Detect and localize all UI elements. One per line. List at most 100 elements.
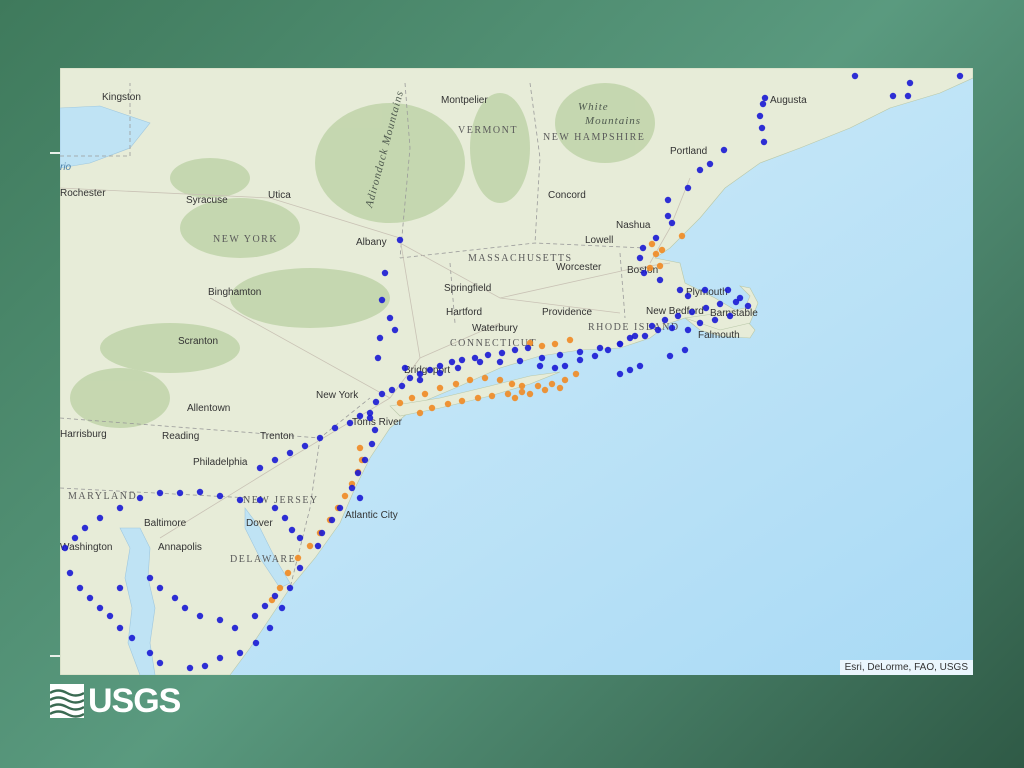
site-marker[interactable]	[591, 352, 599, 360]
site-marker[interactable]	[556, 351, 564, 359]
site-marker[interactable]	[561, 376, 569, 384]
site-marker[interactable]	[656, 262, 664, 270]
site-marker[interactable]	[668, 219, 676, 227]
site-marker[interactable]	[716, 300, 724, 308]
site-marker[interactable]	[231, 624, 239, 632]
site-marker[interactable]	[386, 314, 394, 322]
site-marker[interactable]	[426, 366, 434, 374]
site-marker[interactable]	[656, 276, 664, 284]
site-marker[interactable]	[156, 489, 164, 497]
site-marker[interactable]	[86, 594, 94, 602]
site-marker[interactable]	[474, 394, 482, 402]
site-marker[interactable]	[406, 374, 414, 382]
site-marker[interactable]	[368, 440, 376, 448]
site-marker[interactable]	[676, 286, 684, 294]
site-marker[interactable]	[626, 366, 634, 374]
site-marker[interactable]	[534, 382, 542, 390]
site-marker[interactable]	[281, 514, 289, 522]
site-marker[interactable]	[216, 654, 224, 662]
site-marker[interactable]	[508, 380, 516, 388]
site-marker[interactable]	[696, 166, 704, 174]
site-marker[interactable]	[236, 649, 244, 657]
site-marker[interactable]	[504, 390, 512, 398]
site-marker[interactable]	[436, 362, 444, 370]
site-marker[interactable]	[681, 346, 689, 354]
site-marker[interactable]	[421, 390, 429, 398]
site-marker[interactable]	[156, 584, 164, 592]
site-marker[interactable]	[760, 138, 768, 146]
site-marker[interactable]	[658, 246, 666, 254]
site-marker[interactable]	[604, 346, 612, 354]
site-marker[interactable]	[436, 384, 444, 392]
site-marker[interactable]	[498, 349, 506, 357]
site-marker[interactable]	[378, 390, 386, 398]
site-marker[interactable]	[706, 160, 714, 168]
site-marker[interactable]	[261, 602, 269, 610]
site-marker[interactable]	[396, 236, 404, 244]
site-marker[interactable]	[376, 334, 384, 342]
site-marker[interactable]	[458, 397, 466, 405]
site-marker[interactable]	[61, 544, 69, 552]
site-marker[interactable]	[646, 264, 654, 272]
site-marker[interactable]	[176, 489, 184, 497]
site-marker[interactable]	[641, 332, 649, 340]
site-marker[interactable]	[702, 304, 710, 312]
site-marker[interactable]	[271, 456, 279, 464]
site-marker[interactable]	[146, 649, 154, 657]
site-marker[interactable]	[276, 584, 284, 592]
site-marker[interactable]	[296, 564, 304, 572]
site-marker[interactable]	[428, 404, 436, 412]
site-marker[interactable]	[81, 524, 89, 532]
site-marker[interactable]	[711, 316, 719, 324]
site-marker[interactable]	[96, 514, 104, 522]
site-marker[interactable]	[391, 326, 399, 334]
site-marker[interactable]	[436, 369, 444, 377]
site-marker[interactable]	[116, 584, 124, 592]
site-marker[interactable]	[271, 504, 279, 512]
basemap[interactable]: Kingston Montpelier Augusta White Mounta…	[60, 68, 973, 675]
site-marker[interactable]	[956, 72, 964, 80]
site-marker[interactable]	[372, 398, 380, 406]
site-marker[interactable]	[684, 292, 692, 300]
site-marker[interactable]	[458, 356, 466, 364]
site-marker[interactable]	[306, 542, 314, 550]
site-marker[interactable]	[416, 370, 424, 378]
site-marker[interactable]	[378, 296, 386, 304]
site-marker[interactable]	[416, 376, 424, 384]
site-marker[interactable]	[444, 400, 452, 408]
site-marker[interactable]	[652, 250, 660, 258]
site-marker[interactable]	[511, 346, 519, 354]
site-marker[interactable]	[116, 504, 124, 512]
site-marker[interactable]	[314, 542, 322, 550]
site-marker[interactable]	[572, 370, 580, 378]
site-marker[interactable]	[538, 342, 546, 350]
site-marker[interactable]	[636, 362, 644, 370]
site-marker[interactable]	[466, 376, 474, 384]
site-marker[interactable]	[732, 298, 740, 306]
site-marker[interactable]	[416, 409, 424, 417]
site-marker[interactable]	[648, 322, 656, 330]
site-marker[interactable]	[661, 316, 669, 324]
site-marker[interactable]	[481, 374, 489, 382]
site-marker[interactable]	[71, 534, 79, 542]
site-marker[interactable]	[541, 386, 549, 394]
site-marker[interactable]	[106, 612, 114, 620]
site-marker[interactable]	[524, 344, 532, 352]
site-marker[interactable]	[336, 504, 344, 512]
site-marker[interactable]	[371, 426, 379, 434]
site-marker[interactable]	[381, 269, 389, 277]
site-marker[interactable]	[696, 319, 704, 327]
site-marker[interactable]	[256, 496, 264, 504]
site-marker[interactable]	[664, 196, 672, 204]
site-marker[interactable]	[216, 492, 224, 500]
site-marker[interactable]	[328, 516, 336, 524]
site-marker[interactable]	[296, 534, 304, 542]
site-marker[interactable]	[401, 364, 409, 372]
site-marker[interactable]	[576, 356, 584, 364]
site-marker[interactable]	[566, 336, 574, 344]
site-marker[interactable]	[684, 326, 692, 334]
site-marker[interactable]	[488, 392, 496, 400]
site-marker[interactable]	[448, 358, 456, 366]
site-marker[interactable]	[288, 526, 296, 534]
site-marker[interactable]	[744, 302, 752, 310]
